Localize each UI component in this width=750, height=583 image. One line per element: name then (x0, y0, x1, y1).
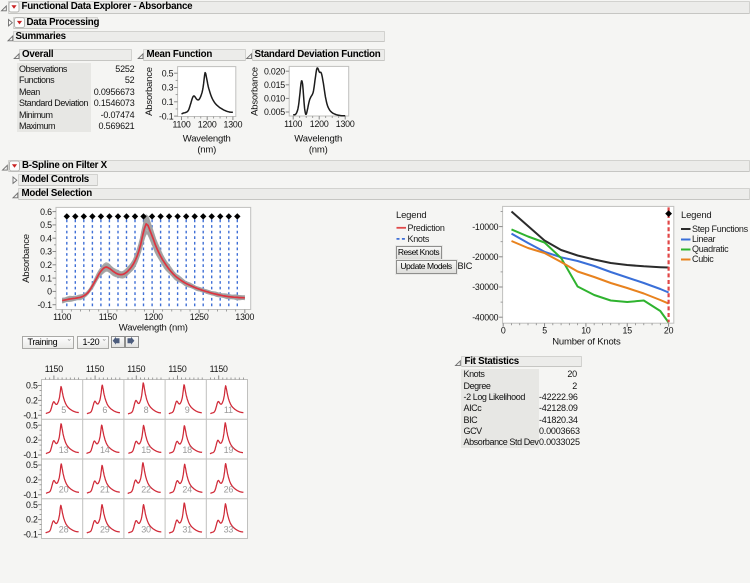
svg-text:0.1: 0.1 (40, 273, 52, 283)
svg-text:0.2: 0.2 (26, 435, 38, 445)
svg-text:1150: 1150 (127, 364, 145, 374)
svg-text:-40000: -40000 (472, 312, 498, 322)
svg-text:1200: 1200 (310, 119, 329, 129)
svg-text:1250: 1250 (190, 312, 209, 322)
svg-text:1300: 1300 (235, 312, 254, 322)
svg-text:-30000: -30000 (472, 282, 498, 292)
svg-text:8: 8 (144, 405, 149, 415)
svg-text:0.5: 0.5 (26, 381, 38, 391)
svg-text:0: 0 (47, 287, 52, 297)
svg-text:0.2: 0.2 (26, 515, 38, 525)
svg-text:0.015: 0.015 (264, 80, 285, 90)
svg-text:5: 5 (542, 326, 547, 336)
svg-text:1150: 1150 (210, 364, 228, 374)
svg-text:-0.1: -0.1 (23, 410, 38, 420)
svg-text:33: 33 (224, 524, 234, 534)
svg-text:Absorbance: Absorbance (144, 67, 155, 116)
svg-text:0.6: 0.6 (40, 207, 52, 217)
svg-text:(nm): (nm) (309, 144, 328, 155)
svg-text:-20000: -20000 (472, 252, 498, 262)
svg-text:1300: 1300 (336, 119, 355, 129)
svg-text:1150: 1150 (45, 364, 63, 374)
svg-text:1150: 1150 (86, 364, 104, 374)
svg-text:1100: 1100 (172, 120, 190, 130)
svg-text:Absorbance: Absorbance (21, 234, 32, 283)
svg-text:0.3: 0.3 (40, 247, 52, 257)
svg-text:0: 0 (501, 326, 506, 336)
svg-text:22: 22 (141, 485, 151, 495)
svg-text:0.5: 0.5 (26, 500, 38, 510)
svg-text:13: 13 (59, 445, 69, 455)
svg-text:26: 26 (224, 485, 234, 495)
svg-text:1100: 1100 (284, 119, 302, 129)
svg-text:28: 28 (59, 524, 69, 534)
svg-text:0.020: 0.020 (264, 66, 285, 76)
svg-text:0.005: 0.005 (264, 107, 285, 117)
svg-text:0.5: 0.5 (26, 420, 38, 430)
svg-text:Wavelength: Wavelength (294, 134, 342, 145)
svg-text:0.1: 0.1 (162, 97, 174, 107)
svg-text:0.2: 0.2 (26, 475, 38, 485)
svg-text:Wavelength: Wavelength (183, 134, 231, 145)
svg-text:20: 20 (59, 485, 69, 495)
svg-text:14: 14 (100, 445, 110, 455)
svg-text:11: 11 (224, 405, 233, 415)
svg-text:0.5: 0.5 (40, 220, 52, 230)
svg-text:-10000: -10000 (472, 222, 498, 232)
svg-text:1200: 1200 (198, 120, 217, 130)
svg-text:19: 19 (224, 445, 234, 455)
svg-text:0.5: 0.5 (162, 68, 174, 78)
svg-text:0.2: 0.2 (40, 260, 52, 270)
svg-text:0.3: 0.3 (162, 83, 174, 93)
svg-text:6: 6 (102, 405, 107, 415)
svg-text:5: 5 (61, 405, 66, 415)
svg-text:15: 15 (141, 445, 151, 455)
svg-text:30: 30 (141, 524, 151, 534)
svg-text:0.4: 0.4 (40, 233, 52, 243)
svg-text:-0.1: -0.1 (23, 490, 38, 500)
svg-text:0.2: 0.2 (26, 395, 38, 405)
svg-text:15: 15 (623, 326, 633, 336)
svg-text:1150: 1150 (168, 364, 186, 374)
svg-text:Wavelength (nm): Wavelength (nm) (119, 323, 188, 334)
svg-text:21: 21 (100, 485, 110, 495)
svg-text:0.010: 0.010 (264, 94, 285, 104)
svg-text:Absorbance: Absorbance (250, 67, 261, 116)
svg-text:1300: 1300 (224, 120, 243, 130)
svg-text:24: 24 (182, 485, 192, 495)
svg-text:9: 9 (185, 405, 190, 415)
svg-text:-0.1: -0.1 (23, 530, 38, 540)
svg-text:BIC: BIC (458, 261, 473, 271)
svg-text:0.5: 0.5 (26, 460, 38, 470)
svg-text:29: 29 (100, 524, 110, 534)
svg-text:1150: 1150 (99, 312, 117, 322)
svg-text:Number of Knots: Number of Knots (552, 337, 621, 348)
svg-text:-0.1: -0.1 (23, 450, 38, 460)
svg-text:1100: 1100 (53, 312, 71, 322)
svg-text:10: 10 (581, 326, 591, 336)
svg-text:20: 20 (664, 326, 674, 336)
svg-text:31: 31 (182, 524, 192, 534)
svg-text:-0.1: -0.1 (37, 300, 52, 310)
svg-text:(nm): (nm) (197, 144, 216, 155)
svg-text:18: 18 (182, 445, 192, 455)
svg-text:1200: 1200 (144, 312, 163, 322)
